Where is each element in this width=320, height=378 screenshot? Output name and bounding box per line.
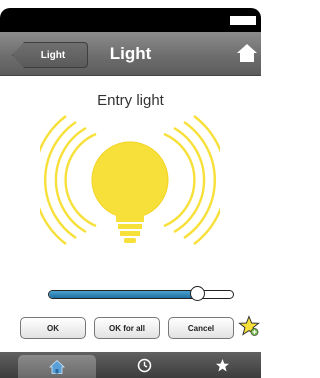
battery-icon (230, 16, 256, 25)
home-icon (48, 359, 65, 374)
ok-for-all-button[interactable]: OK for all (94, 317, 160, 339)
tab-timer[interactable] (106, 352, 184, 378)
app-screen: Light Light Entry light OK OK for all Ca… (0, 8, 261, 378)
star-icon (215, 358, 229, 371)
nav-header: Light Light (0, 32, 261, 76)
dimmer-slider[interactable] (44, 284, 238, 304)
light-bulb-icon[interactable] (40, 114, 220, 264)
clock-icon (137, 358, 152, 372)
slider-track[interactable] (48, 290, 234, 299)
tab-favorites[interactable] (183, 352, 261, 378)
cancel-button[interactable]: Cancel (168, 317, 234, 339)
slider-fill (49, 291, 197, 298)
tab-bar (0, 352, 261, 378)
device-name: Entry light (97, 92, 164, 109)
add-favorite-star-icon[interactable] (238, 315, 260, 337)
tab-home[interactable] (18, 355, 96, 378)
status-bar (0, 8, 261, 32)
ok-button[interactable]: OK (20, 317, 86, 339)
home-icon[interactable] (236, 41, 258, 65)
slider-thumb[interactable] (189, 286, 205, 301)
page-title: Light (109, 44, 152, 63)
